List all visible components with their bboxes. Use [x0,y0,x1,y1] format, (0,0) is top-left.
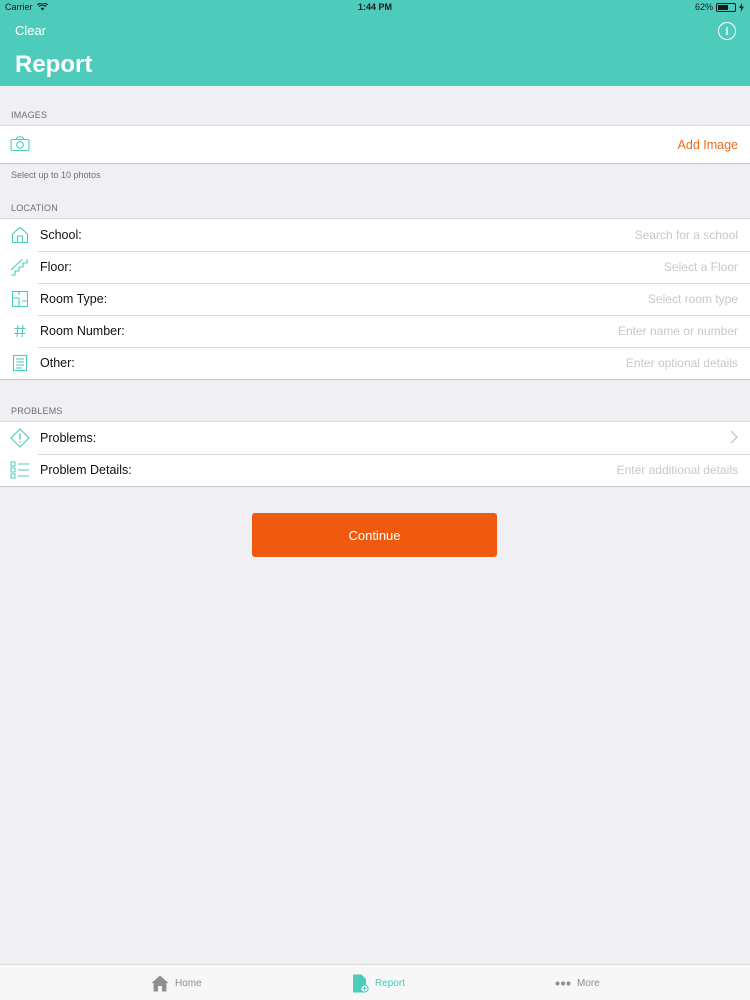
location-group: School: Search for a school Floor: Selec… [0,218,750,380]
continue-button[interactable]: Continue [252,513,497,557]
problem-details-input[interactable]: Enter additional details [617,463,738,477]
room-number-row[interactable]: Room Number: Enter name or number [0,315,750,347]
battery-percent: 62% [694,2,713,12]
page-title: Report [15,51,93,78]
floor-input[interactable]: Select a Floor [664,260,738,274]
images-group: Add Image [0,125,750,164]
home-icon [151,975,169,991]
images-section-header: IMAGES [11,110,48,120]
floor-row[interactable]: Floor: Select a Floor [0,251,750,283]
tab-home-label: Home [175,977,202,989]
info-icon[interactable]: i [718,22,736,40]
school-input[interactable]: Search for a school [635,228,738,242]
room-type-icon [10,290,30,308]
clock: 1:44 PM [357,2,392,12]
other-input[interactable]: Enter optional details [626,356,738,370]
warning-icon [10,428,30,448]
charging-icon [739,2,744,12]
report-icon [353,974,369,993]
problems-group: Problems: Problem Details: Enter additio… [0,421,750,487]
tab-more-label: More [577,977,600,989]
tab-home[interactable]: Home [151,965,202,1000]
other-label: Other: [40,356,75,370]
notes-icon [10,354,30,372]
camera-icon [10,135,30,153]
tab-report[interactable]: Report [352,965,405,1000]
room-type-row[interactable]: Room Type: Select room type [0,283,750,315]
tab-report-label: Report [375,977,406,989]
tab-more[interactable]: More [555,965,600,1000]
problems-row[interactable]: Problems: [0,422,750,454]
floor-label: Floor: [40,260,72,274]
hash-icon [10,322,30,340]
checklist-icon [10,461,30,479]
more-icon [555,981,571,985]
school-row[interactable]: School: Search for a school [0,219,750,251]
clear-button[interactable]: Clear [15,23,46,38]
battery-indicator: 62% [695,2,744,12]
problems-label: Problems: [40,431,97,445]
school-label: School: [40,228,82,242]
problems-section-header: PROBLEMS [11,406,63,416]
stairs-icon [10,258,30,276]
room-number-input[interactable]: Enter name or number [618,324,738,338]
room-type-input[interactable]: Select room type [648,292,738,306]
tab-bar: Home Report More [0,964,750,1000]
images-footer: Select up to 10 photos [11,170,101,180]
room-type-label: Room Type: [40,292,108,306]
battery-icon [716,2,736,12]
chevron-right-icon [730,430,738,449]
add-image-row[interactable]: Add Image [0,126,750,163]
status-bar: Carrier 1:44 PM 62% [0,0,750,16]
location-section-header: LOCATION [11,203,58,213]
problem-details-row[interactable]: Problem Details: Enter additional detail… [0,454,750,486]
other-row[interactable]: Other: Enter optional details [0,347,750,379]
add-image-button[interactable]: Add Image [678,138,738,152]
problem-details-label: Problem Details: [40,463,132,477]
room-number-label: Room Number: [40,324,125,338]
nav-header: Carrier 1:44 PM 62% Clear i Report [0,0,750,86]
school-icon [10,226,30,244]
